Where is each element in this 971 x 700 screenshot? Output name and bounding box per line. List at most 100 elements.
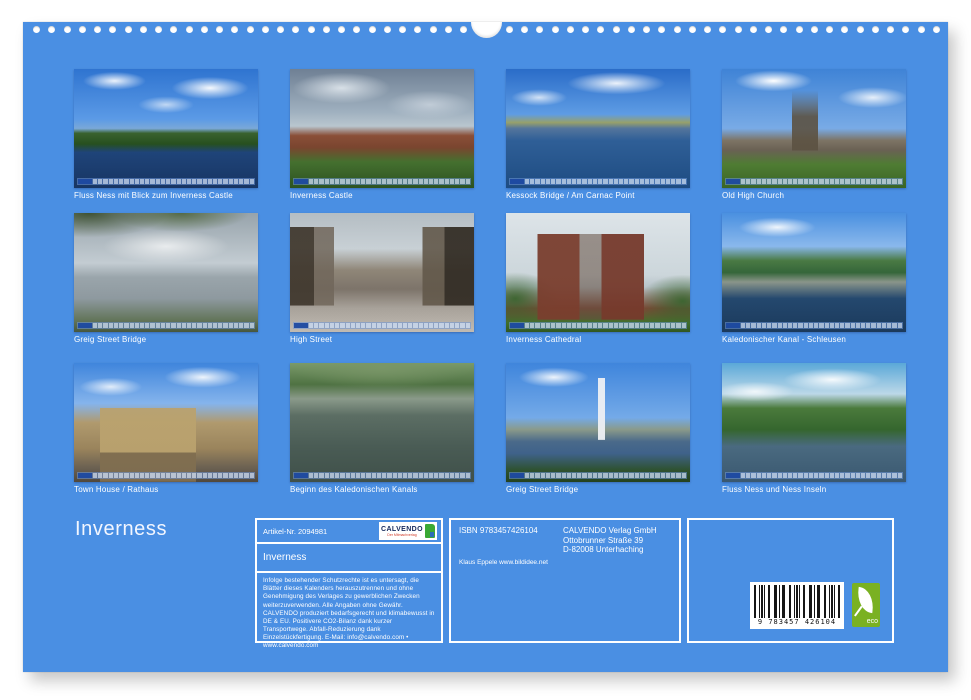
day-cell (419, 473, 423, 478)
day-cell (330, 473, 334, 478)
binding-hole (796, 26, 803, 33)
day-cell (535, 473, 539, 478)
binding-hole (780, 26, 787, 33)
day-cell (851, 323, 855, 328)
day-cell (556, 179, 560, 184)
day-cell (783, 179, 787, 184)
month-label-cell (726, 179, 740, 184)
day-cell (156, 323, 160, 328)
day-cell (109, 179, 113, 184)
month-label-cell (78, 179, 92, 184)
binding-hole (64, 26, 71, 33)
day-cell (650, 323, 654, 328)
day-cell (130, 179, 134, 184)
day-cell (762, 323, 766, 328)
day-cell (213, 179, 217, 184)
thumbnail-caption: Fluss Ness mit Blick zum Inverness Castl… (74, 191, 258, 201)
day-cell (466, 323, 470, 328)
day-cell (682, 323, 686, 328)
day-cell (582, 179, 586, 184)
day-cell (187, 323, 191, 328)
day-cell (218, 473, 222, 478)
day-cell (434, 323, 438, 328)
day-cell (877, 473, 881, 478)
day-cell (130, 473, 134, 478)
day-cell (804, 473, 808, 478)
day-cell (445, 179, 449, 184)
calendar-month-thumbnail: Town House / Rathaus (74, 363, 258, 503)
day-cell (767, 323, 771, 328)
day-cell (330, 179, 334, 184)
month-photo (74, 69, 258, 188)
day-cell (124, 473, 128, 478)
day-cell (772, 179, 776, 184)
day-cell (582, 323, 586, 328)
thumbnail-caption: Kessock Bridge / Am Carnac Point (506, 191, 690, 201)
day-cell (234, 473, 238, 478)
binding-hole (48, 26, 55, 33)
day-cell (624, 323, 628, 328)
binding-hole (933, 26, 940, 33)
day-cell (109, 323, 113, 328)
day-cell (619, 323, 623, 328)
leaf-icon (855, 587, 875, 613)
day-cell (541, 179, 545, 184)
day-cell (351, 323, 355, 328)
day-cell (898, 179, 902, 184)
day-cell (124, 179, 128, 184)
binding-hole (552, 26, 559, 33)
day-cell (439, 323, 443, 328)
calvendo-logo-text: CALVENDO Der Mitmachverlag (381, 526, 423, 537)
day-cell (319, 179, 323, 184)
day-cell (398, 179, 402, 184)
day-cell (244, 323, 248, 328)
day-cell (783, 473, 787, 478)
day-cell (429, 473, 433, 478)
day-cell (366, 473, 370, 478)
day-cell (197, 473, 201, 478)
day-cell (614, 323, 618, 328)
binding-hole (109, 26, 116, 33)
day-cell (814, 179, 818, 184)
month-label-cell (510, 323, 524, 328)
day-cell (746, 473, 750, 478)
day-cell (387, 323, 391, 328)
day-cell (413, 323, 417, 328)
day-cell (788, 323, 792, 328)
day-cell (567, 179, 571, 184)
day-cell (366, 323, 370, 328)
day-cell (403, 323, 407, 328)
binding-hole (597, 26, 604, 33)
day-cell (741, 179, 745, 184)
day-cell (335, 323, 339, 328)
day-cell (577, 473, 581, 478)
month-photo (74, 363, 258, 482)
month-photo (290, 69, 474, 188)
mini-month-date-strip (509, 322, 687, 329)
mini-month-date-strip (725, 178, 903, 185)
day-cell (783, 323, 787, 328)
day-cell (335, 179, 339, 184)
day-cell (208, 323, 212, 328)
day-cell (830, 179, 834, 184)
day-cell (361, 323, 365, 328)
mini-month-date-strip (293, 322, 471, 329)
day-cell (835, 179, 839, 184)
day-cell (450, 323, 454, 328)
photographer-credit: Klaus Eppele www.bildidee.net (459, 559, 563, 566)
day-cell (166, 179, 170, 184)
binding-hole (33, 26, 40, 33)
calvendo-logo: CALVENDO Der Mitmachverlag (379, 522, 437, 540)
day-cell (551, 473, 555, 478)
day-cell (866, 323, 870, 328)
day-cell (898, 473, 902, 478)
day-cell (234, 323, 238, 328)
day-cell (434, 473, 438, 478)
day-cell (809, 323, 813, 328)
day-cell (603, 323, 607, 328)
month-photo (506, 69, 690, 188)
mini-month-date-strip (509, 472, 687, 479)
day-cell (250, 323, 254, 328)
month-photo (290, 363, 474, 482)
day-cell (161, 179, 165, 184)
